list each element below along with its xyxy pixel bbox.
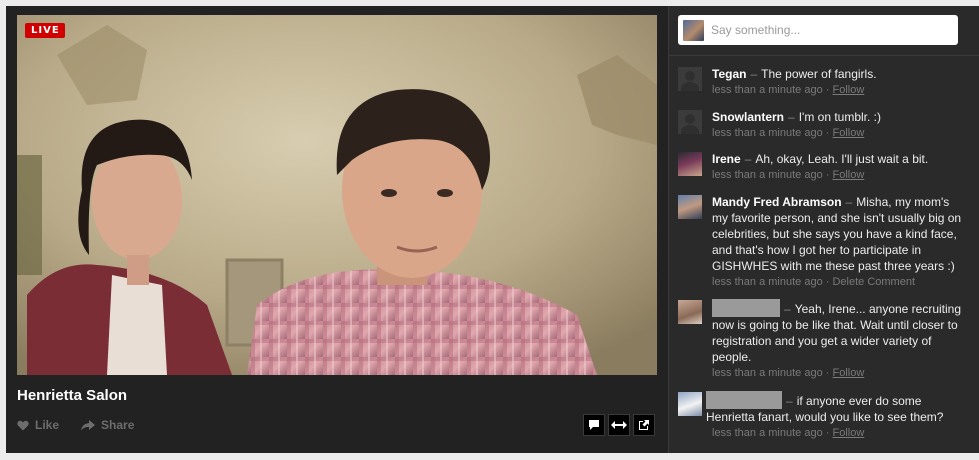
default-avatar[interactable]: [678, 67, 702, 91]
user-avatar[interactable]: [678, 152, 702, 176]
user-avatar[interactable]: [678, 195, 702, 219]
external-link-icon: [639, 420, 649, 430]
user-avatar[interactable]: [678, 392, 702, 416]
message-time: less than a minute ago: [712, 427, 823, 439]
follow-link[interactable]: Follow: [832, 84, 864, 96]
follow-link[interactable]: Follow: [832, 367, 864, 379]
chat-panel: Tegan–The power of fangirls. less than a…: [668, 6, 979, 453]
like-button[interactable]: Like: [17, 418, 59, 432]
my-avatar: [683, 19, 704, 41]
chat-divider: [669, 55, 979, 56]
message-time: less than a minute ago: [712, 169, 823, 181]
meta-separator: ·: [825, 367, 830, 379]
message-author[interactable]: Snowlantern: [712, 110, 784, 124]
chat-message: Irene – Ah, okay, Leah. I'll just wait a b…: [678, 151, 968, 183]
meta-separator: ·: [825, 169, 830, 181]
message-text: I'm on tumblr. :): [798, 110, 882, 124]
player-tools: [583, 414, 655, 436]
chat-message: Snowlantern – I'm on tumblr. :) less than …: [678, 109, 968, 141]
message-meta: less than a minute ago · Follow: [712, 366, 967, 381]
message-time: less than a minute ago: [712, 127, 823, 139]
message-author[interactable]: Tegan: [712, 67, 746, 81]
heart-icon: [17, 420, 29, 430]
meta-separator: ·: [825, 127, 830, 139]
chat-message: Tegan – The power of fangirls. less than a…: [678, 66, 968, 98]
share-arrow-icon: [81, 419, 96, 430]
stream-title: Henrietta Salon: [17, 387, 128, 404]
message-time: less than a minute ago: [712, 84, 823, 96]
live-stream-widget: LIVE Henrietta Salon Like Share Say some…: [6, 6, 979, 453]
delete-comment-link[interactable]: Delete Comment: [832, 276, 915, 288]
meta-separator: ·: [825, 276, 830, 288]
like-label: Like: [35, 418, 60, 432]
follow-link[interactable]: Follow: [832, 427, 864, 439]
arrows-horizontal-icon: [611, 421, 627, 429]
live-badge: LIVE: [25, 23, 65, 38]
redacted-author-name: [712, 299, 780, 317]
message-author[interactable]: Irene: [712, 152, 741, 166]
follow-link[interactable]: Follow: [832, 169, 864, 181]
comment-box: [678, 15, 958, 45]
expand-width-button[interactable]: [608, 414, 630, 436]
chat-message: – if anyone ever do some Henrietta fanart…: [678, 391, 968, 441]
message-meta: less than a minute ago · Follow: [712, 126, 967, 141]
message-author[interactable]: Mandy Fred Abramson: [712, 195, 842, 209]
message-meta: less than a minute ago · Follow: [712, 83, 967, 98]
share-label: Share: [101, 418, 135, 432]
video-player[interactable]: LIVE: [17, 15, 657, 375]
message-meta: less than a minute ago · Follow: [712, 426, 961, 441]
chat-bubble-icon: [589, 420, 599, 430]
stream-actions: Like Share: [17, 418, 134, 432]
share-button[interactable]: Share: [81, 418, 134, 432]
chat-message: – Yeah, Irene... anyone recruiting now is…: [678, 299, 968, 381]
comment-input[interactable]: [711, 23, 951, 37]
message-text: Ah, okay, Leah. I'll just wait a bit.: [755, 152, 929, 166]
toggle-chat-button[interactable]: [583, 414, 605, 436]
follow-link[interactable]: Follow: [832, 127, 864, 139]
user-avatar[interactable]: [678, 300, 702, 324]
meta-separator: ·: [825, 427, 830, 439]
message-text: The power of fangirls.: [761, 67, 877, 81]
meta-separator: ·: [825, 84, 830, 96]
message-meta: less than a minute ago · Follow: [712, 168, 967, 183]
video-frame: [17, 15, 657, 375]
redacted-author-name: [706, 391, 782, 409]
chat-message: Mandy Fred Abramson – Misha, my mom's my f…: [678, 194, 968, 290]
message-meta: less than a minute ago · Delete Comment: [712, 275, 967, 290]
popout-button[interactable]: [633, 414, 655, 436]
message-time: less than a minute ago: [712, 367, 823, 379]
message-time: less than a minute ago: [712, 276, 823, 288]
default-avatar[interactable]: [678, 110, 702, 134]
